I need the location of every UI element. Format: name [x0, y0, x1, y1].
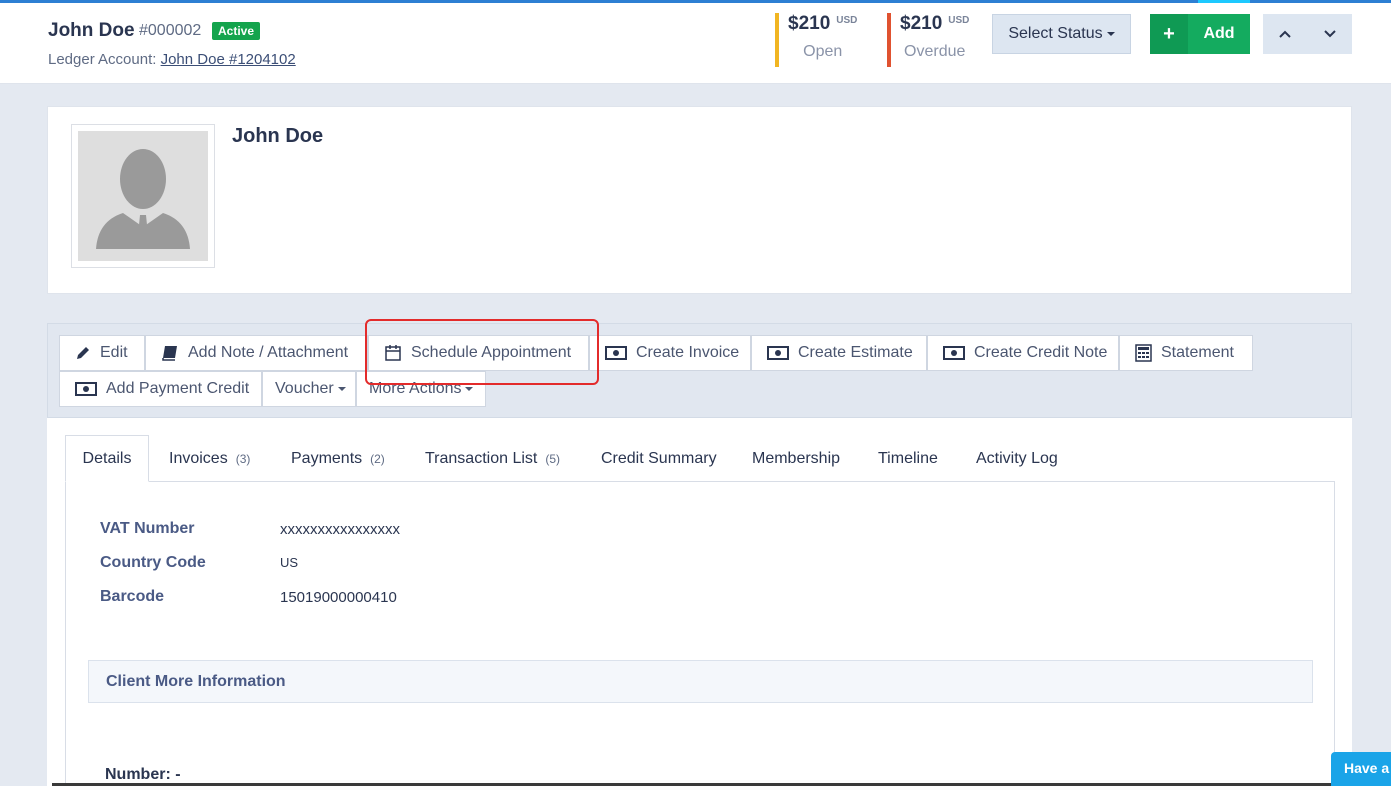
tab-label: Invoices [169, 449, 228, 467]
caret-down-icon [465, 387, 474, 391]
edit-label: Edit [100, 344, 128, 361]
tab-count: (2) [370, 451, 385, 466]
section-title: Client More Information [106, 673, 286, 690]
number-field: Number: - [105, 766, 181, 783]
ledger-account: Ledger Account: John Doe #1204102 [48, 51, 296, 68]
tab-timeline[interactable]: Timeline [878, 435, 938, 482]
tab-label: Membership [752, 449, 841, 467]
tab-label: Activity Log [976, 449, 1058, 467]
barcode-value: 15019000000410 [280, 589, 397, 606]
person-silhouette-icon [96, 149, 190, 249]
tab-content [65, 481, 1335, 786]
create-estimate-button[interactable]: Create Estimate [751, 335, 927, 371]
country-code-value: US [280, 555, 299, 570]
overdue-value: $210 [900, 13, 943, 34]
add-label: Add [1188, 14, 1250, 54]
voucher-dropdown[interactable]: Voucher [262, 371, 356, 407]
add-note-button[interactable]: Add Note / Attachment [145, 335, 368, 371]
tab-label: Timeline [878, 449, 938, 467]
profile-card: John Doe [47, 106, 1352, 294]
record-nav [1263, 14, 1352, 54]
previous-record-button[interactable] [1263, 14, 1308, 54]
statement-button[interactable]: Statement [1119, 335, 1253, 371]
voucher-label: Voucher [275, 380, 334, 397]
create-invoice-label: Create Invoice [636, 344, 740, 361]
tab-details[interactable]: Details [65, 435, 149, 482]
money-icon [75, 382, 97, 396]
add-payment-credit-label: Add Payment Credit [106, 380, 250, 397]
open-currency: USD [836, 15, 858, 26]
details-panel: Details Invoices (3) Payments (2) Transact… [47, 418, 1352, 786]
add-note-label: Add Note / Attachment [188, 344, 349, 361]
tab-label: Transaction List [425, 449, 538, 467]
select-status-button[interactable]: Select Status [992, 14, 1131, 54]
tab-invoices[interactable]: Invoices (3) [169, 435, 250, 482]
caret-down-icon [1106, 32, 1115, 36]
vat-number-label: VAT Number [100, 520, 195, 537]
tab-label: Payments [291, 449, 363, 467]
tab-count: (3) [235, 451, 251, 466]
next-record-button[interactable] [1308, 14, 1353, 54]
open-label: Open [803, 43, 843, 60]
select-status-label: Select Status [1008, 25, 1103, 42]
tab-payments[interactable]: Payments (2) [291, 435, 385, 482]
annotation-highlight-box [365, 319, 599, 385]
tab-credit-summary[interactable]: Credit Summary [601, 435, 717, 482]
plus-icon: + [1150, 14, 1188, 54]
edit-button[interactable]: Edit [59, 335, 145, 371]
client-code: #000002 [139, 22, 202, 39]
ledger-label: Ledger Account: [48, 51, 157, 68]
status-badge: Active [212, 22, 261, 40]
chevron-down-icon [1324, 30, 1336, 38]
open-amount: $210 USD Open [775, 13, 857, 67]
overdue-amount: $210 USD Overdue [887, 13, 969, 67]
money-icon [605, 346, 627, 360]
avatar [71, 124, 215, 268]
country-code-label: Country Code [100, 554, 206, 571]
caret-down-icon [337, 387, 346, 391]
tab-label: Details [82, 449, 132, 467]
chevron-up-icon [1279, 30, 1291, 38]
tab-activity-log[interactable]: Activity Log [976, 435, 1058, 482]
book-icon [161, 345, 179, 361]
overdue-currency: USD [948, 15, 970, 26]
open-value: $210 [788, 13, 831, 34]
tab-membership[interactable]: Membership [752, 435, 840, 482]
create-estimate-label: Create Estimate [798, 344, 913, 361]
add-button[interactable]: + Add [1150, 14, 1250, 54]
barcode-label: Barcode [100, 588, 165, 605]
chat-widget-button[interactable]: Have a question? [1331, 752, 1391, 786]
ledger-link[interactable]: John Doe #1204102 [161, 51, 296, 68]
tab-label: Credit Summary [601, 449, 717, 467]
calculator-icon [1135, 344, 1152, 362]
create-credit-note-button[interactable]: Create Credit Note [927, 335, 1119, 371]
client-name: John Doe [48, 20, 135, 41]
money-icon [943, 346, 965, 360]
add-payment-credit-button[interactable]: Add Payment Credit [59, 371, 262, 407]
vat-number-value: xxxxxxxxxxxxxxxx [280, 521, 400, 538]
money-icon [767, 346, 789, 360]
tab-count: (5) [545, 451, 561, 466]
page-header: John Doe #000002 Active Ledger Account: … [0, 3, 1391, 84]
tab-transaction-list[interactable]: Transaction List (5) [425, 435, 560, 482]
statement-label: Statement [1161, 344, 1234, 361]
create-invoice-button[interactable]: Create Invoice [589, 335, 751, 371]
profile-name: John Doe [232, 125, 324, 147]
overdue-label: Overdue [904, 43, 966, 60]
create-credit-note-label: Create Credit Note [974, 344, 1108, 361]
client-more-information-section: Client More Information [88, 660, 1313, 703]
pencil-icon [75, 345, 91, 361]
